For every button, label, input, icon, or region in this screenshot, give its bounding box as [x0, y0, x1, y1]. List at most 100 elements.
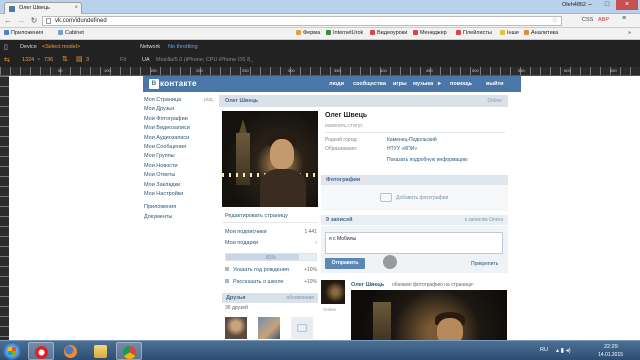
browser-tab[interactable]: Олег Швець × — [4, 2, 82, 14]
bookmark-videouroki[interactable]: Видеоуроки — [370, 30, 407, 36]
menu-friends[interactable]: Мои Друзья — [144, 106, 214, 115]
bookmark-analytics[interactable]: Аналитика — [524, 30, 558, 36]
taskbar-chrome[interactable] — [116, 342, 142, 360]
bookmark-apps[interactable]: Приложения — [4, 30, 43, 36]
back-icon[interactable]: ← — [3, 16, 13, 26]
send-button[interactable]: Отправить — [325, 258, 365, 269]
menu-edit-link[interactable]: ред. — [204, 97, 214, 103]
taskbar-opera[interactable] — [28, 342, 54, 360]
nav-communities[interactable]: сообщества — [353, 81, 386, 87]
fit-toggle[interactable]: Fit — [120, 57, 126, 63]
swap-dimensions-icon[interactable]: ⇅ — [62, 55, 68, 63]
dimension-times: × — [37, 57, 41, 63]
forward-icon[interactable]: → — [16, 16, 26, 26]
post-author-link[interactable]: Олег Швець — [351, 282, 384, 288]
friend-photo[interactable] — [258, 317, 280, 339]
wall-post-input[interactable]: я с Мобилы — [325, 232, 503, 254]
bookmarks-more[interactable]: » — [628, 30, 631, 36]
opera-icon — [35, 346, 48, 359]
taskbar-firefox[interactable] — [58, 342, 84, 360]
device-select[interactable]: <Select model> — [42, 44, 80, 50]
post-photo[interactable] — [351, 290, 507, 340]
wall-filter-link[interactable]: к записям Олега — [465, 217, 503, 223]
friends-updates-link[interactable]: обновления — [286, 295, 314, 301]
education-label: Образование: — [325, 146, 358, 152]
edit-page-link[interactable]: Редактировать страницу — [225, 213, 288, 219]
bookmark-manager[interactable]: Менеджер — [413, 30, 447, 36]
tip-school[interactable]: Рассказать о школе +10% — [225, 279, 317, 285]
ext-css-icon[interactable]: CSS — [582, 17, 593, 23]
reload-icon[interactable]: ↻ — [29, 16, 39, 26]
viewport-height[interactable]: 736 — [44, 57, 53, 63]
profile-header-name[interactable]: Олег Швець — [225, 98, 258, 104]
minimize-icon[interactable]: – — [582, 0, 598, 10]
nav-music[interactable]: музыка — [413, 81, 433, 87]
menu-my-page[interactable]: Моя Страница ред. — [144, 97, 214, 106]
menu-answers[interactable]: Мои Ответы — [144, 172, 214, 181]
wall-count[interactable]: 9 записей — [326, 217, 353, 223]
viewport-width[interactable]: 1324 — [22, 57, 34, 63]
menu-settings[interactable]: Мои Настройки — [144, 191, 214, 200]
nav-logout[interactable]: выйти — [486, 81, 504, 87]
add-photos-link[interactable]: Добавить фотографии — [396, 195, 448, 201]
photos-header[interactable]: Фотографии — [321, 175, 508, 185]
bookmark-ferma[interactable]: Ферма — [296, 30, 320, 36]
device-mode-icon[interactable]: ▯ — [4, 43, 8, 51]
device-pixel-ratio[interactable]: 3 — [86, 57, 89, 63]
menu-messages[interactable]: Мои Сообщения — [144, 144, 214, 153]
friend-photo-placeholder[interactable] — [291, 317, 313, 339]
menu-videos[interactable]: Мои Видеозаписи — [144, 125, 214, 134]
clock-time[interactable]: 22:29 — [604, 344, 618, 350]
vk-logo[interactable]: Вконтакте — [149, 79, 197, 89]
menu-apps[interactable]: Приложения — [144, 204, 214, 213]
post-author-avatar[interactable] — [321, 280, 345, 304]
nav-people[interactable]: люди — [329, 81, 344, 87]
attach-link[interactable]: Прикрепить — [471, 261, 498, 267]
friend-photo[interactable] — [225, 317, 247, 339]
nav-help[interactable]: помощь — [450, 81, 472, 87]
menu-documents[interactable]: Документы — [144, 214, 214, 223]
window-close-icon[interactable]: × — [616, 0, 638, 10]
tab-close-icon[interactable]: × — [74, 5, 78, 11]
photo-tower — [373, 302, 391, 340]
tray-icons[interactable]: ▴ ▮ ◂) — [556, 347, 571, 354]
bookmark-playlists[interactable]: Плейлисты — [456, 30, 492, 36]
nav-dropdown-icon[interactable]: ▸ — [438, 80, 441, 87]
address-bar[interactable]: vk.com/idundefined ☆ — [42, 16, 562, 26]
menu-audios[interactable]: Мои Аудиозаписи — [144, 135, 214, 144]
menu-groups[interactable]: Мои Группы — [144, 153, 214, 162]
hometown-value[interactable]: Каменец-Подольский — [387, 137, 437, 143]
ruler-number: 300 — [288, 68, 295, 73]
tip-birth-year[interactable]: Указать год рождения +10% — [225, 267, 317, 273]
show-details-link[interactable]: Показать подробную информацию — [387, 157, 468, 163]
clock-date[interactable]: 14.01.2015 — [598, 352, 623, 358]
taskbar-explorer[interactable] — [88, 342, 114, 360]
bookmark-internet-urok[interactable]: InternetUrok — [326, 30, 363, 36]
profile-avatar[interactable] — [222, 111, 318, 207]
maximize-icon[interactable]: □ — [599, 0, 615, 10]
ua-value[interactable]: Mozilla/5.0 (iPhone; CPU iPhone OS 8_ — [156, 57, 253, 63]
keyboard-language[interactable]: RU — [540, 347, 548, 353]
rotate-icon[interactable]: ⇆ — [4, 56, 10, 64]
menu-news[interactable]: Мои Новости — [144, 163, 214, 172]
gifts-row[interactable]: Мои подарки › — [225, 240, 317, 246]
menu-bookmarks[interactable]: Мои Закладки — [144, 182, 214, 191]
ext-abp-icon[interactable]: ABP — [598, 17, 609, 23]
bookmarks-bar: Приложения Cabinet Ферма InternetUrok Ви… — [0, 28, 640, 40]
education-value[interactable]: НТУУ «КПИ» — [387, 146, 417, 152]
bookmark-inshe[interactable]: Інше — [500, 30, 519, 36]
ua-label: UA — [142, 57, 150, 63]
friends-count: 36 друзей — [225, 305, 248, 311]
menu-photos[interactable]: Мои Фотографии — [144, 116, 214, 125]
network-select[interactable]: No throttling — [168, 44, 198, 50]
add-photos-box[interactable]: Добавить фотографии — [321, 185, 508, 211]
bookmark-star-icon[interactable]: ☆ — [552, 17, 558, 25]
start-button[interactable] — [3, 342, 21, 360]
nav-games[interactable]: игры — [393, 81, 407, 87]
friends-header[interactable]: Друзья обновления — [222, 293, 318, 303]
subscribers-row[interactable]: Мои подписчики 1 441 — [225, 229, 317, 235]
status-edit-link[interactable]: изменить статус — [325, 123, 363, 129]
tip-icon — [225, 267, 229, 271]
bookmark-cabinet[interactable]: Cabinet — [58, 30, 84, 36]
chrome-menu-icon[interactable]: ≡ — [622, 15, 626, 22]
